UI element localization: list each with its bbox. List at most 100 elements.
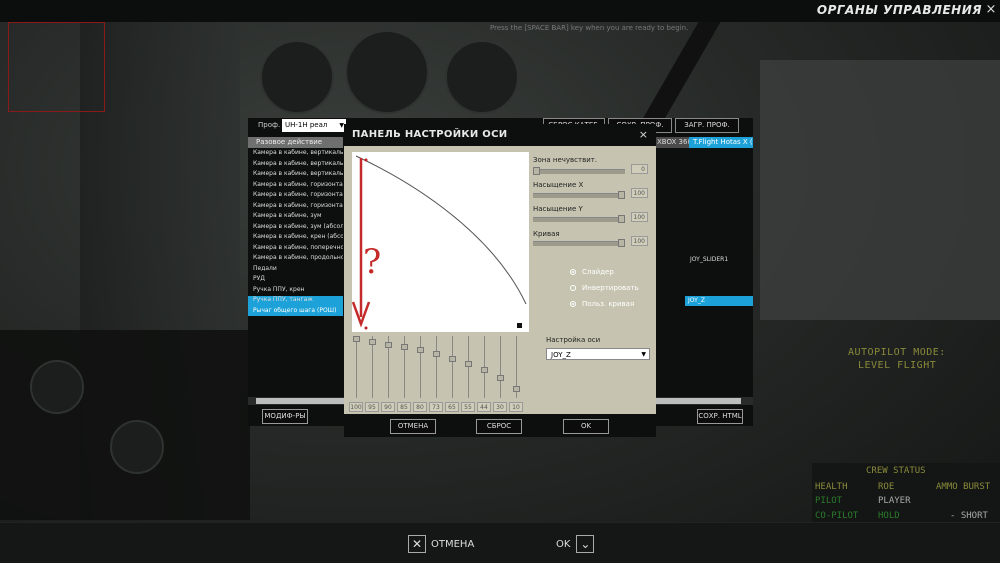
curve-point-knob[interactable] [433, 351, 440, 358]
device-header-xbox[interactable]: XBOX 360 [655, 137, 689, 148]
curve-point-knob[interactable] [465, 361, 472, 368]
radio-icon [570, 269, 576, 275]
device-header-tflight[interactable]: T.Flight Hotas X ( [689, 137, 753, 148]
curve-point-track[interactable] [452, 336, 453, 398]
slider-option[interactable]: Слайдер [570, 268, 614, 276]
list-item[interactable]: Камера в кабине, горизонталь [248, 201, 343, 212]
curve-point-knob[interactable] [353, 336, 360, 342]
list-header[interactable]: Разовое действие [248, 137, 343, 148]
curve-point-value[interactable]: 100 [349, 402, 363, 412]
axis-cancel-button[interactable]: ОТМЕНА [390, 419, 436, 434]
axis-reset-button[interactable]: СБРОС [476, 419, 522, 434]
deadzone-label: Зона нечувствит. [533, 156, 598, 164]
curve-point-knob[interactable] [385, 341, 392, 348]
curve-point-knob[interactable] [481, 367, 488, 374]
list-item[interactable]: Камера в кабине, горизонталь [248, 180, 343, 191]
curvature-knob[interactable] [618, 239, 625, 247]
curve-point-value[interactable]: 30 [493, 402, 507, 412]
cancel-label: ОТМЕНА [431, 538, 475, 550]
curve-point-knob[interactable] [417, 347, 424, 354]
profile-select[interactable]: UH-1H реал ▼ [282, 119, 346, 132]
load-profile-button[interactable]: ЗАГР. ПРОФ. [675, 118, 739, 133]
close-icon[interactable]: × [639, 128, 648, 141]
deadzone-slider[interactable] [533, 167, 625, 175]
crew-short-label: - SHORT [950, 511, 988, 521]
space-bar-hint: Press the [SPACE BAR] key when you are r… [490, 24, 689, 32]
list-item[interactable]: Камера в кабине, вертикаль (абс) [248, 159, 343, 170]
list-item[interactable]: Камера в кабине, вертикаль [248, 169, 343, 180]
curve-point-value[interactable]: 55 [461, 402, 475, 412]
curve-point-knob[interactable] [513, 386, 520, 393]
autopilot-mode-label: AUTOPILOT MODE: [848, 347, 946, 358]
close-icon[interactable]: × [984, 2, 998, 17]
response-curve [355, 155, 527, 305]
list-item[interactable]: РУД [248, 274, 343, 285]
list-item[interactable]: Камера в кабине, зум (абсолютный) [248, 222, 343, 233]
crew-ammo-header: AMMO BURST [936, 482, 991, 492]
curve-point-track[interactable] [500, 336, 501, 398]
curve-point-knob[interactable] [497, 375, 504, 382]
curve-point-knob[interactable] [449, 355, 456, 362]
modifiers-button[interactable]: МОДИФ-РЫ [262, 409, 308, 424]
curve-point-track[interactable] [436, 336, 437, 398]
curve-point-knob[interactable] [401, 344, 408, 351]
curve-point-value[interactable]: 65 [445, 402, 459, 412]
list-item[interactable]: Камера в кабине, продольное [248, 253, 343, 264]
list-item[interactable]: Педали [248, 264, 343, 275]
saturation-x-knob[interactable] [618, 191, 625, 199]
curve-point-value[interactable]: 44 [477, 402, 491, 412]
list-item-selected[interactable]: Рычаг общего шага (РОШ) [248, 305, 343, 316]
curve-point-value[interactable]: 10 [509, 402, 523, 412]
list-item[interactable]: Ручка ППУ, крен [248, 285, 343, 296]
cancel-button[interactable]: ✕ ОТМЕНА [408, 533, 474, 555]
device-cell-joy-z[interactable]: JOY_Z [685, 296, 753, 306]
curve-point-value[interactable]: 90 [381, 402, 395, 412]
top-bar: ОРГАНЫ УПРАВЛЕНИЯ × [0, 0, 1000, 22]
deadzone-slider-knob[interactable] [533, 167, 540, 175]
invert-option-label: Инвертировать [582, 284, 639, 292]
device-cell-slider[interactable]: JOY_SLIDER1 [690, 256, 728, 263]
curve-point-value[interactable]: 85 [397, 402, 411, 412]
save-html-button[interactable]: СОХР. HTML [697, 409, 743, 424]
curve-point-value[interactable]: 73 [429, 402, 443, 412]
axis-select[interactable]: JOY_Z ▼ [546, 348, 650, 360]
list-item[interactable]: Ручка ППУ, тангаж [248, 295, 343, 306]
curve-point-knob[interactable] [369, 338, 376, 345]
ok-button[interactable]: OK ⌄ [556, 533, 595, 555]
deadzone-value[interactable]: 0 [631, 164, 648, 174]
axis-ok-button[interactable]: OK [563, 419, 609, 434]
list-item[interactable]: Камера в кабине, вертикаль [248, 148, 343, 159]
curve-point-value[interactable]: 80 [413, 402, 427, 412]
list-item[interactable]: Камера в кабине, горизонталь [248, 190, 343, 201]
device-columns: XBOX 360 T.Flight Hotas X ( [655, 137, 753, 148]
profile-select-value: UH-1H реал [285, 121, 328, 129]
saturation-x-label: Насыщение X [533, 181, 584, 189]
curve-dot-bottom [364, 326, 368, 330]
crew-health-header: HEALTH [815, 482, 848, 492]
crew-pilot-label: PILOT [815, 496, 843, 506]
curve-point-value[interactable]: 95 [365, 402, 379, 412]
saturation-y-label: Насыщение Y [533, 205, 583, 213]
close-icon: ✕ [408, 535, 426, 553]
curve-point-track[interactable] [356, 336, 357, 398]
curvature-slider[interactable] [533, 239, 625, 247]
invert-option[interactable]: Инвертировать [570, 284, 639, 292]
saturation-x-slider[interactable] [533, 191, 625, 199]
crew-roe-header: ROE [878, 482, 895, 492]
saturation-y-value[interactable]: 100 [631, 212, 648, 222]
list-item[interactable]: Камера в кабине, поперечное [248, 243, 343, 254]
chevron-down-icon: ⌄ [576, 535, 595, 553]
level-flight-label: LEVEL FLIGHT [858, 360, 937, 371]
axis-select-value: JOY_Z [551, 351, 571, 359]
curve-point-track[interactable] [420, 336, 421, 398]
user-curve-option[interactable]: Польз. кривая [570, 300, 634, 308]
curve-point-track[interactable] [372, 336, 373, 398]
crew-copilot-label: CO-PILOT [815, 511, 859, 521]
curve-end-marker [517, 323, 522, 328]
list-item[interactable]: Камера в кабине, зум [248, 211, 343, 222]
saturation-y-slider[interactable] [533, 215, 625, 223]
saturation-x-value[interactable]: 100 [631, 188, 648, 198]
list-item[interactable]: Камера в кабине, крен (абсолютный) [248, 232, 343, 243]
curvature-value[interactable]: 100 [631, 236, 648, 246]
saturation-y-knob[interactable] [618, 215, 625, 223]
